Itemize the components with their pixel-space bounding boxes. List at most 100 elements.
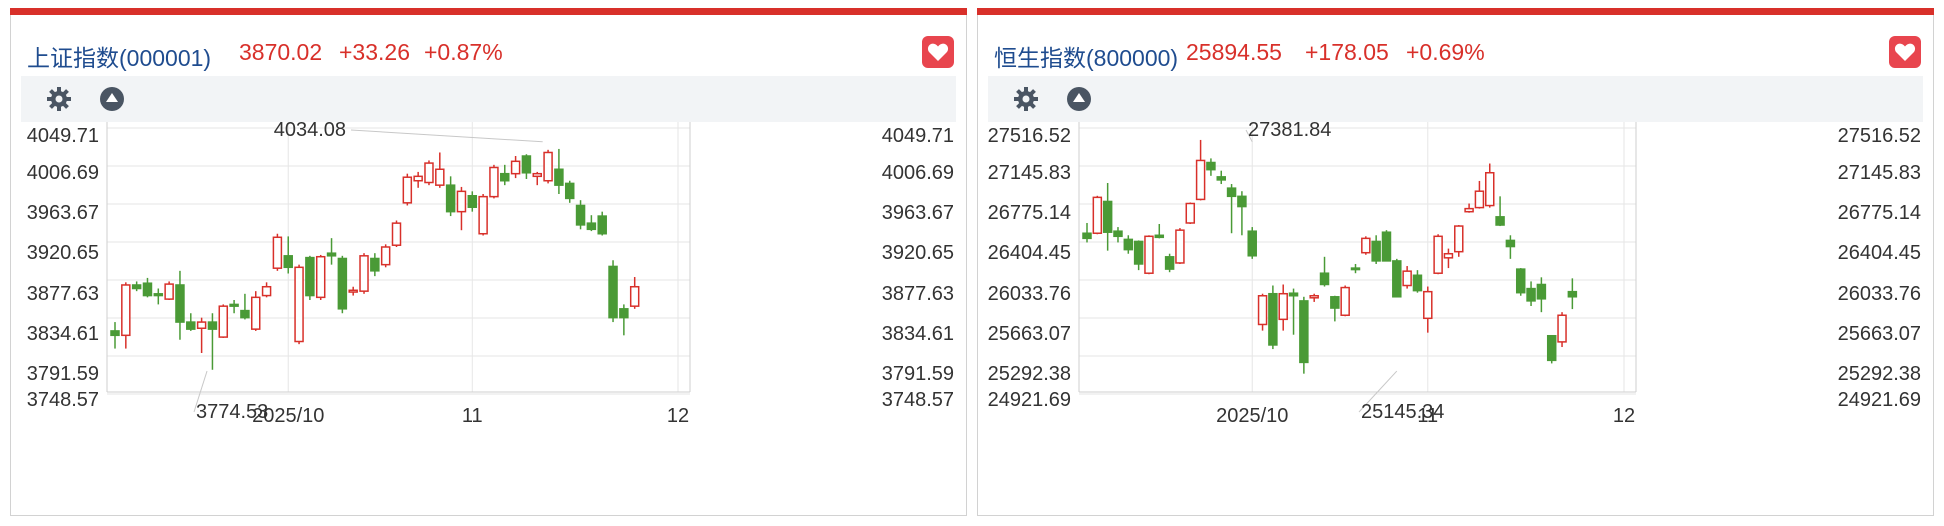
candle[interactable]	[1536, 277, 1547, 313]
candle[interactable]	[348, 286, 358, 296]
candle[interactable]	[521, 154, 532, 179]
candle[interactable]	[1464, 203, 1474, 213]
candle[interactable]	[142, 277, 153, 298]
candle[interactable]	[1402, 266, 1412, 289]
candle[interactable]	[229, 299, 239, 314]
candle[interactable]	[1485, 163, 1495, 208]
candle[interactable]	[1474, 180, 1485, 209]
candle[interactable]	[597, 211, 607, 236]
candle[interactable]	[315, 254, 326, 300]
candle[interactable]	[1082, 222, 1092, 243]
candle[interactable]	[175, 270, 185, 340]
candle[interactable]	[1175, 228, 1185, 264]
candle[interactable]	[1102, 182, 1113, 251]
candle[interactable]	[153, 288, 164, 305]
candle[interactable]	[1371, 235, 1381, 264]
candle[interactable]	[272, 233, 283, 271]
candle[interactable]	[1505, 235, 1516, 259]
candle[interactable]	[489, 164, 499, 199]
candle[interactable]	[164, 281, 174, 300]
candle[interactable]	[478, 193, 488, 236]
candle[interactable]	[1515, 268, 1526, 296]
candle[interactable]	[564, 180, 575, 203]
candle[interactable]	[1144, 235, 1154, 275]
candle[interactable]	[413, 171, 423, 188]
candle[interactable]	[1237, 191, 1247, 236]
collapse-button[interactable]	[99, 86, 125, 112]
candlestick-chart[interactable]: 4049.71 4049.71 4006.69 4006.69 3963.67 3963.…	[11, 122, 966, 516]
candle[interactable]	[305, 255, 315, 300]
candle[interactable]	[337, 255, 348, 314]
candle[interactable]	[619, 304, 629, 336]
candle[interactable]	[186, 313, 196, 331]
candle[interactable]	[1195, 139, 1206, 201]
candle[interactable]	[391, 220, 402, 247]
candle[interactable]	[1557, 312, 1567, 348]
candle[interactable]	[1185, 202, 1196, 225]
candle[interactable]	[1113, 227, 1123, 243]
candle[interactable]	[196, 317, 207, 353]
candle[interactable]	[456, 186, 467, 231]
index-title[interactable]: 上证指数(000001)	[27, 39, 211, 73]
candle[interactable]	[1299, 296, 1309, 374]
candle[interactable]	[554, 148, 564, 194]
candle[interactable]	[1092, 195, 1103, 235]
candle[interactable]	[218, 304, 229, 338]
candle[interactable]	[1433, 234, 1443, 275]
candle[interactable]	[608, 260, 618, 323]
candle[interactable]	[510, 156, 521, 179]
candle[interactable]	[424, 160, 434, 186]
candle[interactable]	[1340, 285, 1350, 317]
candle[interactable]	[359, 253, 369, 294]
candle[interactable]	[1412, 270, 1423, 293]
candle[interactable]	[1226, 184, 1237, 234]
candle[interactable]	[543, 149, 553, 184]
candle[interactable]	[1526, 281, 1536, 307]
candle[interactable]	[1247, 227, 1257, 259]
candle[interactable]	[445, 176, 456, 217]
candle[interactable]	[121, 282, 131, 349]
candle[interactable]	[261, 282, 272, 298]
candle[interactable]	[1309, 293, 1319, 302]
candle[interactable]	[1133, 240, 1144, 271]
candle[interactable]	[1164, 253, 1175, 273]
collapse-button[interactable]	[1066, 86, 1092, 112]
candle[interactable]	[575, 200, 586, 230]
candle[interactable]	[1216, 170, 1226, 185]
candle[interactable]	[294, 264, 304, 345]
candle[interactable]	[1361, 236, 1371, 255]
settings-button[interactable]	[46, 86, 72, 112]
candle[interactable]	[110, 322, 120, 349]
candle[interactable]	[1278, 284, 1288, 331]
candle[interactable]	[1454, 225, 1464, 257]
settings-button[interactable]	[1013, 86, 1039, 112]
candle[interactable]	[402, 173, 413, 206]
candle[interactable]	[207, 313, 218, 370]
favorite-button[interactable]	[1889, 36, 1921, 68]
candle[interactable]	[586, 215, 597, 232]
candle[interactable]	[1154, 224, 1165, 239]
candle[interactable]	[251, 291, 261, 331]
index-title[interactable]: 恒生指数(800000)	[994, 39, 1178, 73]
candle[interactable]	[1381, 230, 1392, 262]
candle[interactable]	[1319, 256, 1330, 287]
candle[interactable]	[1257, 293, 1268, 331]
candle[interactable]	[1392, 258, 1402, 298]
candle[interactable]	[435, 152, 445, 188]
candle[interactable]	[1123, 235, 1134, 254]
favorite-button[interactable]	[922, 36, 954, 68]
candle[interactable]	[1350, 263, 1361, 274]
candle[interactable]	[1206, 158, 1216, 176]
candlestick-chart[interactable]: 27516.52 27516.52 27145.83 27145.83 26775.14…	[978, 122, 1933, 516]
candle[interactable]	[1546, 334, 1557, 364]
candle[interactable]	[370, 253, 380, 277]
candle[interactable]	[380, 244, 391, 268]
candle[interactable]	[1268, 285, 1278, 350]
candle[interactable]	[500, 164, 510, 186]
candle[interactable]	[467, 191, 478, 212]
candle[interactable]	[1288, 288, 1299, 335]
candle[interactable]	[1423, 286, 1433, 333]
candle[interactable]	[1567, 278, 1578, 310]
candle[interactable]	[131, 281, 142, 292]
candle[interactable]	[532, 171, 542, 186]
